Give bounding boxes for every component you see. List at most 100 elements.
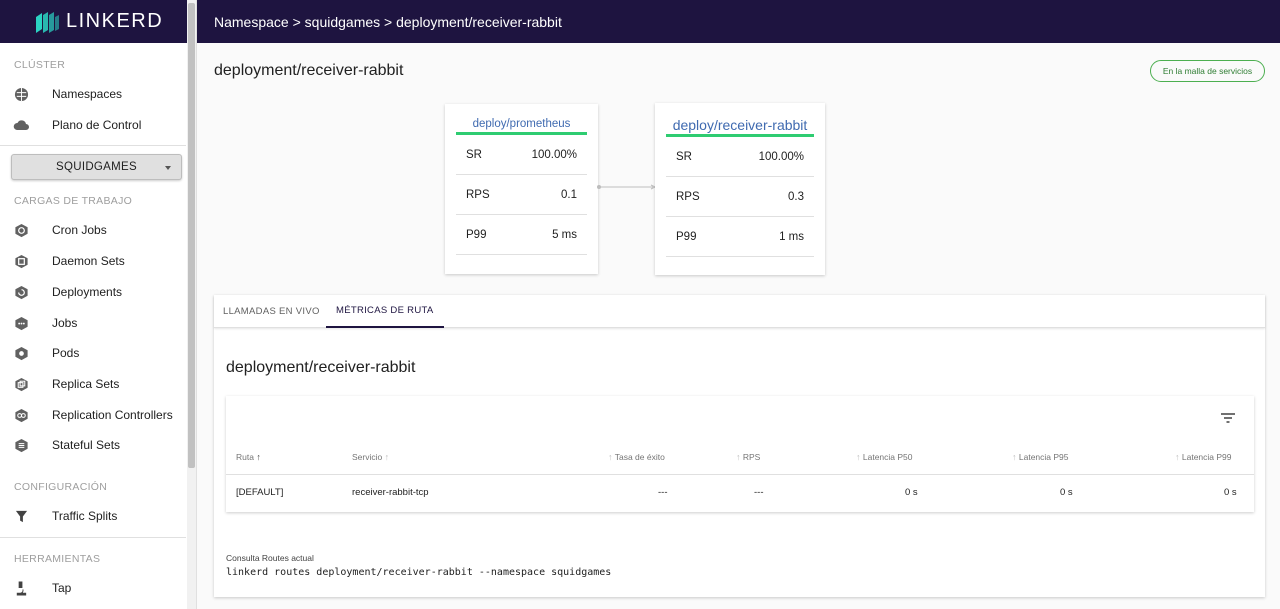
column-header-latency-p99[interactable]: ↑ Latencia P99 (1175, 452, 1232, 462)
sidebar-item-label: Jobs (52, 316, 78, 330)
metric-row: SR 100.00% (456, 135, 587, 175)
cron-jobs-icon (13, 222, 29, 238)
logo[interactable]: LINKERD (0, 0, 196, 43)
sidebar-item-label: Plano de Control (52, 118, 142, 132)
sidebar-item-pods[interactable]: Pods (0, 340, 186, 366)
metric-row: RPS 0.1 (456, 175, 587, 215)
sidebar-item-label: Tap (52, 581, 72, 595)
metric-value: 1 ms (779, 230, 804, 243)
sort-arrow-icon: ↑ (736, 452, 741, 462)
namespace-select-value: SQUIDGAMES (56, 161, 137, 173)
scrollbar-thumb[interactable] (188, 3, 195, 468)
filter-icon (13, 508, 29, 524)
replica-sets-icon (13, 376, 29, 392)
filter-list-icon[interactable] (1221, 413, 1235, 423)
namespaces-icon (13, 86, 29, 102)
source-node-name[interactable]: deploy/prometheus (456, 118, 587, 135)
sidebar-item-cron-jobs[interactable]: Cron Jobs (0, 217, 186, 243)
sidebar-item-namespaces[interactable]: Namespaces (0, 81, 186, 107)
divider (0, 145, 186, 146)
sort-arrow-icon: ↑ (1012, 452, 1017, 462)
metric-row: RPS 0.3 (666, 177, 814, 217)
sidebar-item-label: Daemon Sets (52, 254, 125, 268)
metric-label: SR (676, 150, 692, 163)
jobs-icon (13, 315, 29, 331)
metric-value: 0.1 (561, 188, 577, 201)
sidebar-item-tap[interactable]: Tap (0, 575, 186, 601)
target-node-card: deploy/receiver-rabbit SR 100.00% RPS 0.3 … (655, 103, 825, 275)
tools-section-title: HERRAMIENTAS (14, 553, 101, 565)
table-cell: 0 s (1060, 487, 1073, 498)
deployments-icon (13, 284, 29, 300)
pods-icon (13, 345, 29, 361)
query-label: Consulta Routes actual (226, 553, 314, 563)
column-header-service[interactable]: Servicio ↑ (352, 452, 389, 462)
table-cell: [DEFAULT] (236, 487, 284, 498)
sidebar: LINKERD CLÚSTER Namespaces Plano de Cont… (0, 0, 197, 609)
sidebar-item-control-plane[interactable]: Plano de Control (0, 112, 186, 138)
sidebar-item-traffic-splits[interactable]: Traffic Splits (0, 503, 186, 529)
namespace-select[interactable]: SQUIDGAMES (11, 154, 182, 180)
table-cell: --- (658, 487, 668, 498)
tab-live-calls[interactable]: LLAMADAS EN VIVO (223, 295, 320, 328)
table-cell[interactable]: receiver-rabbit-tcp (352, 487, 429, 498)
column-header-success-rate[interactable]: ↑ Tasa de éxito (608, 452, 665, 462)
top-bar: Namespace > squidgames > deployment/rece… (197, 0, 1280, 43)
table-cell: --- (754, 487, 764, 498)
tab-route-metrics[interactable]: MÉTRICAS DE RUTA (326, 295, 444, 328)
cluster-section-title: CLÚSTER (14, 59, 66, 71)
metric-label: RPS (676, 190, 700, 203)
metric-value: 5 ms (552, 228, 577, 241)
sidebar-item-daemon-sets[interactable]: Daemon Sets (0, 248, 186, 274)
tab-bar: LLAMADAS EN VIVO MÉTRICAS DE RUTA (214, 295, 1265, 328)
workloads-section-title: CARGAS DE TRABAJO (14, 195, 133, 207)
linkerd-logo-icon (36, 11, 59, 33)
replication-controllers-icon (13, 407, 29, 423)
column-header-rps[interactable]: ↑ RPS (736, 452, 760, 462)
sidebar-item-label: Deployments (52, 285, 123, 299)
mesh-status-badge: En la malla de servicios (1150, 60, 1265, 82)
metric-label: P99 (676, 230, 697, 243)
metric-row: P99 5 ms (456, 215, 587, 255)
sidebar-item-label: Cron Jobs (52, 223, 107, 237)
sort-arrow-icon: ↑ (256, 452, 261, 462)
sidebar-item-stateful-sets[interactable]: Stateful Sets (0, 432, 186, 458)
table-cell: 0 s (905, 487, 918, 498)
routes-table: Ruta ↑ Servicio ↑ ↑ Tasa de éxito ↑ RPS … (226, 396, 1254, 512)
sidebar-scrollbar[interactable] (187, 0, 196, 609)
sidebar-item-jobs[interactable]: Jobs (0, 310, 186, 336)
sort-arrow-icon: ↑ (1175, 452, 1180, 462)
config-section-title: CONFIGURACIÓN (14, 481, 108, 493)
sort-arrow-icon: ↑ (608, 452, 613, 462)
query-command: linkerd routes deployment/receiver-rabbi… (226, 567, 612, 578)
column-header-route[interactable]: Ruta ↑ (236, 452, 261, 462)
daemon-sets-icon (13, 253, 29, 269)
section-title: deployment/receiver-rabbit (226, 359, 416, 376)
column-header-latency-p95[interactable]: ↑ Latencia P95 (1012, 452, 1069, 462)
metric-value: 100.00% (531, 148, 577, 161)
metric-row: SR 100.00% (666, 137, 814, 177)
tabs-panel: LLAMADAS EN VIVO MÉTRICAS DE RUTA deploy… (214, 295, 1265, 597)
sort-arrow-icon: ↑ (856, 452, 861, 462)
chevron-down-icon (165, 166, 171, 170)
source-node-card: deploy/prometheus SR 100.00% RPS 0.1 P99 5 … (445, 104, 598, 274)
divider (226, 474, 1254, 475)
breadcrumb[interactable]: Namespace > squidgames > deployment/rece… (214, 14, 562, 30)
sidebar-item-replica-sets[interactable]: Replica Sets (0, 371, 186, 397)
divider (0, 537, 186, 538)
target-node-name: deploy/receiver-rabbit (666, 117, 814, 137)
sidebar-item-deployments[interactable]: Deployments (0, 279, 186, 305)
metric-label: RPS (466, 188, 490, 201)
table-cell: 0 s (1224, 487, 1237, 498)
sidebar-item-label: Namespaces (52, 87, 123, 101)
sidebar-item-label: Stateful Sets (52, 438, 121, 452)
sidebar-item-label: Replica Sets (52, 377, 120, 391)
sidebar-item-label: Pods (52, 346, 80, 360)
column-header-latency-p50[interactable]: ↑ Latencia P50 (856, 452, 913, 462)
sidebar-item-label: Replication Controllers (52, 408, 173, 422)
sidebar-item-replication-controllers[interactable]: Replication Controllers (0, 402, 186, 428)
metric-row: P99 1 ms (666, 217, 814, 257)
page-title: deployment/receiver-rabbit (214, 62, 404, 79)
metric-value: 0.3 (788, 190, 804, 203)
metric-value: 100.00% (758, 150, 804, 163)
